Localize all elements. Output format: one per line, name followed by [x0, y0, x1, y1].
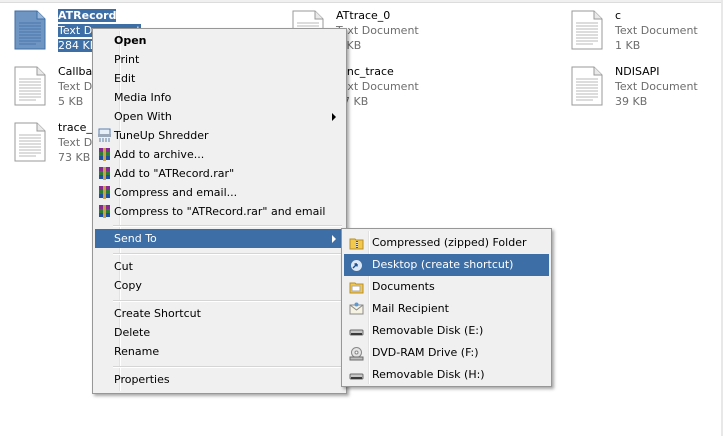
text-document-icon — [14, 122, 46, 162]
desktop-shortcut-icon — [350, 259, 363, 272]
sendto-removable-h[interactable]: Removable Disk (H:) — [344, 364, 549, 386]
menu-item-label: Removable Disk (E:) — [372, 324, 484, 337]
menu-item-label: Removable Disk (H:) — [372, 368, 485, 381]
send-to-submenu: Compressed (zipped) Folder Desktop (crea… — [341, 228, 552, 387]
menu-item-print[interactable]: Print — [95, 50, 344, 69]
shredder-icon — [98, 128, 111, 142]
menu-item-label: Print — [114, 53, 140, 66]
menu-item-label: Compressed (zipped) Folder — [372, 236, 527, 249]
text-document-icon — [14, 10, 46, 50]
menu-item-open-with[interactable]: Open With — [95, 107, 344, 126]
menu-separator — [113, 300, 342, 302]
documents-icon — [349, 282, 364, 294]
menu-item-label: Compress to "ATRecord.rar" and email — [114, 205, 326, 218]
sendto-desktop[interactable]: Desktop (create shortcut) — [344, 254, 549, 276]
winrar-icon — [97, 166, 112, 181]
menu-item-create-shortcut[interactable]: Create Shortcut — [95, 304, 344, 323]
removable-disk-icon — [349, 373, 364, 380]
mail-icon — [349, 302, 364, 315]
menu-item-label: Copy — [114, 279, 142, 292]
file-size: 39 KB — [615, 95, 648, 108]
file-name: ATRecord — [58, 9, 117, 22]
sendto-mail-recipient[interactable]: Mail Recipient — [344, 298, 549, 320]
removable-disk-icon — [349, 329, 364, 336]
file-size: 73 KB — [58, 151, 91, 164]
menu-item-properties[interactable]: Properties — [95, 370, 344, 389]
winrar-icon — [97, 147, 112, 162]
menu-item-label: Cut — [114, 260, 133, 273]
menu-item-add-to-archive[interactable]: Add to archive... — [95, 145, 344, 164]
menu-item-open[interactable]: Open — [95, 31, 344, 50]
menu-item-label: Delete — [114, 326, 151, 339]
menu-item-label: Edit — [114, 72, 136, 85]
zip-folder-icon — [349, 238, 364, 250]
dvd-drive-icon — [349, 347, 364, 361]
menu-item-copy[interactable]: Copy — [95, 276, 344, 295]
menu-item-label: Properties — [114, 373, 170, 386]
menu-item-label: Documents — [372, 280, 435, 293]
menu-item-label: Open With — [114, 110, 172, 123]
menu-separator — [113, 366, 342, 368]
menu-item-send-to[interactable]: Send To — [95, 229, 344, 248]
sendto-documents[interactable]: Documents — [344, 276, 549, 298]
file-size: 1 KB — [615, 39, 641, 52]
menu-item-tuneup-shredder[interactable]: TuneUp Shredder — [95, 126, 344, 145]
menu-item-label: Add to "ATRecord.rar" — [114, 167, 235, 180]
file-name: trace_ — [58, 121, 92, 134]
menu-item-label: Mail Recipient — [372, 302, 449, 315]
menu-item-compress-email[interactable]: Compress and email... — [95, 183, 344, 202]
file-type: Text Document — [336, 24, 419, 37]
menu-item-label: Desktop (create shortcut) — [372, 258, 514, 271]
text-document-icon — [571, 66, 603, 106]
menu-item-label: Open — [114, 34, 147, 47]
file-type: Text Document — [336, 80, 419, 93]
text-document-icon — [571, 10, 603, 50]
file-item-c[interactable]: c Text Document 1 KB — [571, 8, 723, 56]
menu-item-label: Create Shortcut — [114, 307, 201, 320]
file-name: ATtrace_0 — [336, 9, 391, 22]
winrar-icon — [97, 204, 112, 219]
context-menu: Open Print Edit Media Info Open With Tun… — [92, 28, 347, 394]
menu-item-label: Media Info — [114, 91, 172, 104]
file-item-ndisapi[interactable]: NDISAPI Text Document 39 KB — [571, 64, 723, 112]
menu-item-add-to-rar[interactable]: Add to "ATRecord.rar" — [95, 164, 344, 183]
sendto-compressed-folder[interactable]: Compressed (zipped) Folder — [344, 232, 549, 254]
file-name: NDISAPI — [615, 65, 660, 78]
text-document-icon — [14, 66, 46, 106]
file-size: 5 KB — [58, 95, 84, 108]
submenu-arrow-icon — [332, 235, 336, 243]
file-type: Text Document — [615, 80, 698, 93]
window-top-edge — [0, 0, 723, 3]
menu-item-media-info[interactable]: Media Info — [95, 88, 344, 107]
menu-item-label: Compress and email... — [114, 186, 238, 199]
menu-item-label: Add to archive... — [114, 148, 205, 161]
file-name: c — [615, 9, 622, 22]
menu-item-label: Rename — [114, 345, 160, 358]
menu-item-delete[interactable]: Delete — [95, 323, 344, 342]
menu-item-rename[interactable]: Rename — [95, 342, 344, 361]
winrar-icon — [97, 185, 112, 200]
menu-item-label: DVD-RAM Drive (F:) — [372, 346, 479, 359]
submenu-arrow-icon — [332, 113, 336, 121]
menu-item-label: Send To — [114, 232, 157, 245]
menu-item-edit[interactable]: Edit — [95, 69, 344, 88]
menu-item-cut[interactable]: Cut — [95, 257, 344, 276]
file-type: Text Document — [615, 24, 698, 37]
sendto-dvd-f[interactable]: DVD-RAM Drive (F:) — [344, 342, 549, 364]
menu-separator — [113, 253, 342, 255]
menu-item-label: TuneUp Shredder — [114, 129, 209, 142]
sendto-removable-e[interactable]: Removable Disk (E:) — [344, 320, 549, 342]
menu-item-compress-rar-email[interactable]: Compress to "ATRecord.rar" and email — [95, 202, 344, 221]
menu-separator — [113, 225, 342, 227]
